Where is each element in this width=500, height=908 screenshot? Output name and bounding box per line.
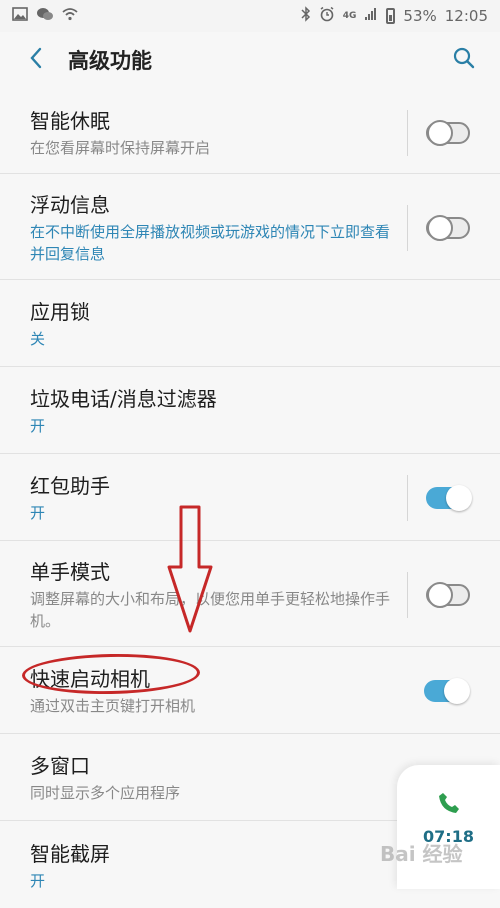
row-divider — [407, 109, 408, 156]
back-icon — [29, 47, 43, 73]
search-icon — [452, 46, 476, 74]
toggle-knob — [427, 581, 453, 608]
setting-app-lock[interactable]: 应用锁 关 — [0, 280, 500, 367]
status-left — [12, 7, 78, 25]
alarm-icon — [319, 6, 335, 26]
call-widget[interactable]: 07:18 — [397, 765, 500, 889]
phone-icon — [437, 791, 461, 819]
red-envelope-toggle[interactable] — [426, 485, 472, 511]
setting-subtitle: 通过双击主页键打开相机 — [30, 697, 196, 715]
back-button[interactable] — [16, 40, 56, 80]
setting-smart-stay[interactable]: 智能休眠 在您看屏幕时保持屏幕开启 — [0, 90, 500, 174]
network-label: 4G — [342, 11, 357, 21]
setting-spam-filter[interactable]: 垃圾电话/消息过滤器 开 — [0, 367, 500, 454]
status-right: 4G 53% 12:05 — [301, 6, 488, 26]
setting-text: 垃圾电话/消息过滤器 开 — [30, 385, 470, 437]
toggle-knob — [427, 214, 453, 241]
setting-subtitle: 在不中断使用全屏播放视频或玩游戏的情况下立即查看并回复信息 — [30, 222, 391, 263]
annotation-arrow — [165, 505, 215, 639]
wifi-icon — [62, 7, 78, 25]
setting-text: 浮动信息 在不中断使用全屏播放视频或玩游戏的情况下立即查看并回复信息 — [30, 191, 395, 265]
quick-camera-toggle[interactable] — [424, 678, 470, 704]
setting-subtitle: 开 — [30, 417, 46, 435]
setting-title: 智能休眠 — [30, 108, 110, 133]
page-title: 高级功能 — [68, 49, 152, 73]
image-icon — [12, 7, 28, 25]
setting-subtitle: 关 — [30, 330, 46, 348]
row-divider — [407, 204, 408, 251]
app-header: 高级功能 — [0, 32, 500, 88]
toggle-knob — [446, 485, 472, 511]
clock: 12:05 — [444, 7, 488, 25]
setting-floating-message[interactable]: 浮动信息 在不中断使用全屏播放视频或玩游戏的情况下立即查看并回复信息 — [0, 174, 500, 280]
search-button[interactable] — [444, 40, 484, 80]
bluetooth-icon — [301, 6, 311, 26]
battery-icon — [386, 8, 396, 24]
setting-red-envelope[interactable]: 红包助手 开 — [0, 454, 500, 541]
setting-subtitle: 在您看屏幕时保持屏幕开启 — [30, 138, 211, 157]
setting-text: 应用锁 关 — [30, 298, 470, 350]
one-hand-mode-toggle[interactable] — [426, 581, 470, 608]
setting-title: 应用锁 — [30, 300, 90, 324]
setting-text: 智能休眠 在您看屏幕时保持屏幕开启 — [30, 107, 395, 159]
setting-one-hand-mode[interactable]: 单手模式 调整屏幕的大小和布局，以便您用单手更轻松地操作手机。 — [0, 541, 500, 647]
toggle-knob — [427, 119, 453, 146]
status-bar: 4G 53% 12:05 — [0, 0, 500, 32]
toggle-knob — [444, 678, 470, 704]
row-divider — [407, 475, 408, 521]
smart-stay-toggle[interactable] — [426, 119, 470, 146]
setting-title: 浮动信息 — [30, 192, 110, 217]
setting-title: 红包助手 — [30, 474, 110, 498]
floating-message-toggle[interactable] — [426, 214, 470, 241]
row-divider — [407, 571, 408, 618]
setting-title: 垃圾电话/消息过滤器 — [30, 387, 217, 411]
signal-icon — [364, 7, 378, 25]
baidu-watermark: Bai 经验 — [380, 842, 463, 866]
battery-percent: 53% — [403, 7, 437, 25]
wechat-icon — [36, 7, 54, 25]
